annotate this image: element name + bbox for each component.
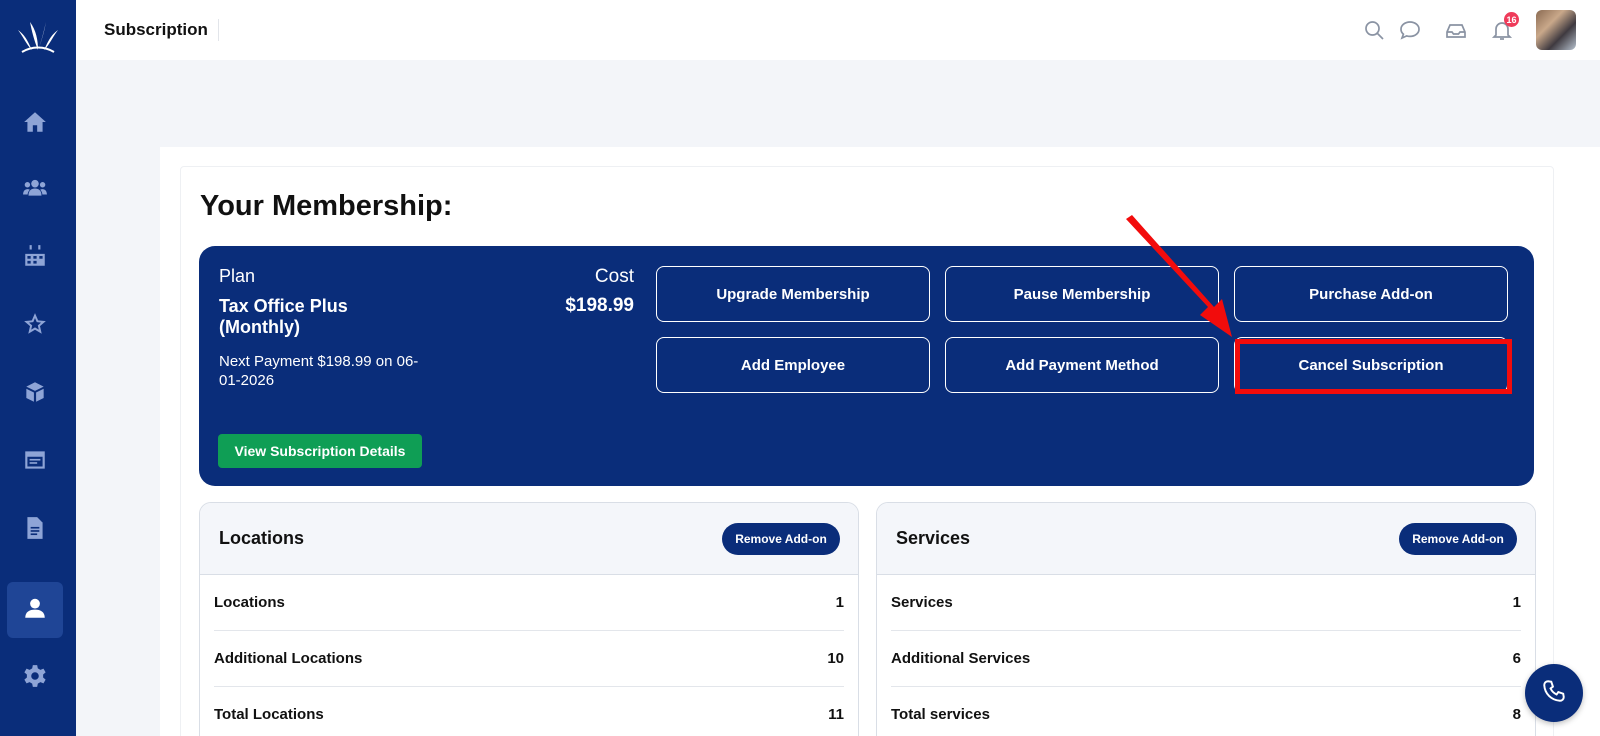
avatar[interactable]	[1536, 10, 1576, 50]
row-value: 8	[1512, 706, 1521, 723]
services-title: Services	[896, 528, 971, 548]
notification-badge: 16	[1504, 12, 1519, 27]
row-value: 10	[827, 650, 844, 667]
plan-name: Tax Office Plus (Monthly)	[219, 296, 348, 337]
row-value: 1	[1512, 594, 1521, 611]
table-row: Services 1	[891, 575, 1521, 631]
cost-label: Cost	[594, 266, 634, 287]
table-row: Additional Locations 10	[214, 631, 844, 687]
top-bar: Subscription 16	[76, 0, 1600, 60]
remove-location-addon-button[interactable]: Remove Add-on	[722, 523, 840, 555]
sidebar-item-clients[interactable]	[7, 162, 63, 218]
add-payment-method-button[interactable]: Add Payment Method	[945, 337, 1219, 393]
home-icon	[22, 109, 48, 140]
next-payment: Next Payment $198.99 on 06-01-2026	[219, 353, 419, 389]
table-row: Additional Services 6	[891, 631, 1521, 687]
brand-logo[interactable]	[14, 16, 62, 56]
row-label: Additional Services	[891, 650, 1031, 667]
phone-icon	[1541, 678, 1567, 709]
cost-value: $198.99	[565, 295, 634, 316]
upgrade-membership-button[interactable]: Upgrade Membership	[656, 266, 930, 322]
row-value: 11	[828, 706, 844, 723]
sidebar-item-documents[interactable]	[7, 502, 63, 558]
sidebar-item-calendar[interactable]	[7, 230, 63, 286]
sidebar-item-favorites[interactable]	[7, 298, 63, 354]
gear-icon	[22, 663, 48, 694]
locations-header: Locations Remove Add-on	[200, 503, 858, 575]
plan-label: Plan	[219, 266, 256, 286]
users-icon	[22, 175, 48, 206]
page-title: Subscription	[104, 19, 219, 41]
sidebar-item-account[interactable]	[7, 582, 63, 638]
services-card: Services Remove Add-on Services 1 Additi…	[876, 502, 1536, 736]
row-label: Total Locations	[214, 706, 324, 723]
chat-icon[interactable]	[1398, 18, 1422, 42]
membership-heading: Your Membership:	[200, 190, 453, 222]
locations-card: Locations Remove Add-on Locations 1 Addi…	[199, 502, 859, 736]
row-value: 1	[835, 594, 844, 611]
sidebar-item-website[interactable]	[7, 434, 63, 490]
table-row: Total services 8	[891, 687, 1521, 736]
star-icon	[22, 311, 48, 342]
call-button[interactable]	[1525, 664, 1583, 722]
box-icon	[22, 379, 48, 410]
row-label: Additional Locations	[214, 650, 363, 667]
locations-title: Locations	[219, 528, 305, 548]
table-row: Total Locations 11	[214, 687, 844, 736]
inbox-icon[interactable]	[1444, 18, 1468, 42]
search-icon[interactable]	[1362, 18, 1386, 42]
browser-icon	[22, 447, 48, 478]
services-header: Services Remove Add-on	[877, 503, 1535, 575]
row-value: 6	[1512, 650, 1521, 667]
annotation-arrow	[1126, 215, 1232, 337]
calendar-icon	[22, 243, 48, 274]
user-icon	[22, 595, 48, 626]
purchase-addon-button[interactable]: Purchase Add-on	[1234, 266, 1508, 322]
row-label: Locations	[214, 594, 285, 611]
sidebar	[0, 0, 76, 736]
add-employee-button[interactable]: Add Employee	[656, 337, 930, 393]
view-subscription-details-button[interactable]: View Subscription Details	[218, 434, 422, 468]
row-label: Services	[891, 594, 953, 611]
sidebar-item-packages[interactable]	[7, 366, 63, 422]
row-label: Total services	[891, 706, 990, 723]
sidebar-item-settings[interactable]	[7, 650, 63, 706]
sidebar-item-home[interactable]	[7, 96, 63, 152]
remove-service-addon-button[interactable]: Remove Add-on	[1399, 523, 1517, 555]
bell-icon[interactable]: 16	[1490, 12, 1519, 42]
table-row: Locations 1	[214, 575, 844, 631]
document-icon	[22, 515, 48, 546]
annotation-highlight-box	[1235, 339, 1512, 394]
